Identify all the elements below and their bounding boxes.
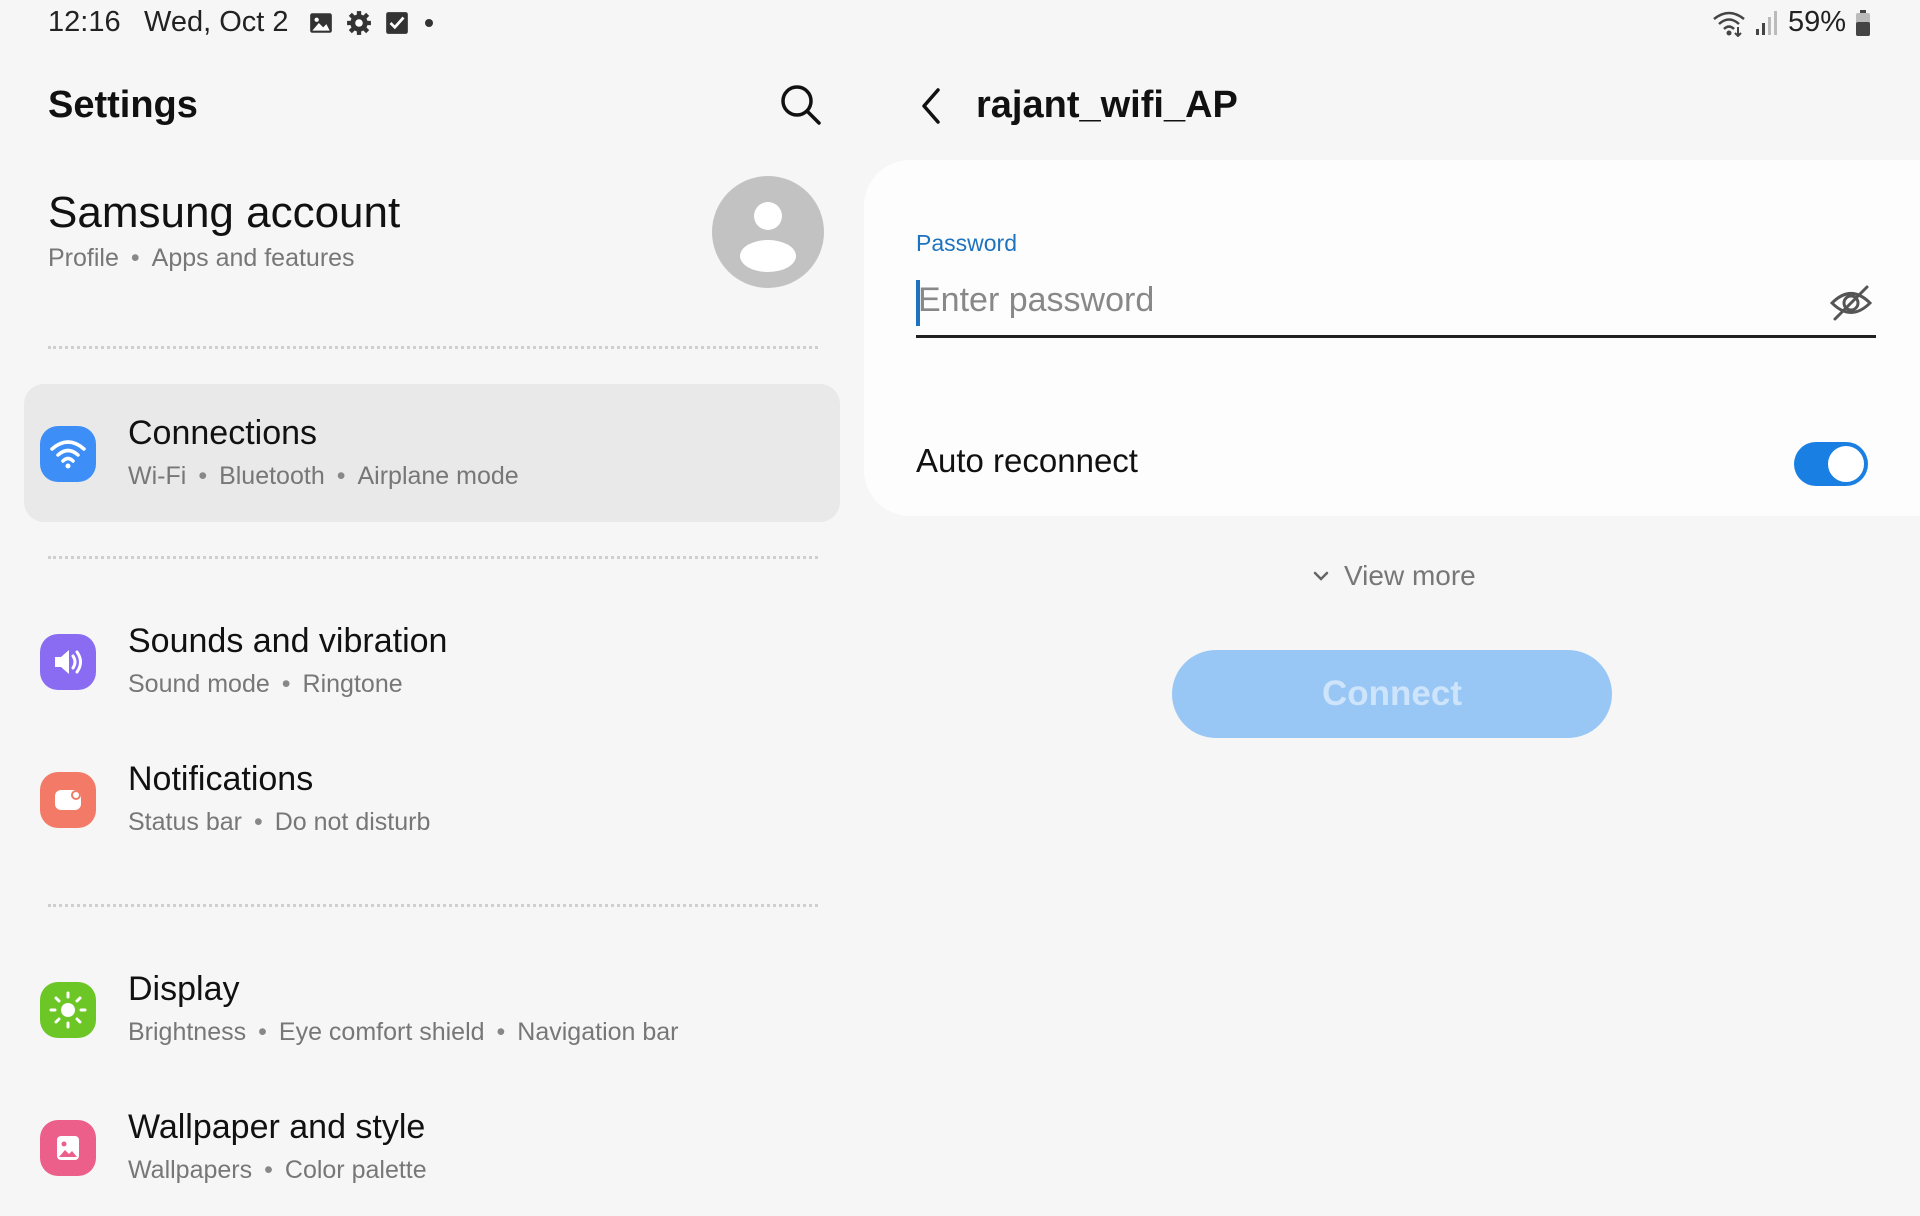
settings-item-sounds[interactable]: Sounds and vibration Sound mode • Ringtone [24, 592, 840, 730]
item-title: Display [128, 970, 240, 1008]
sun-icon [40, 982, 96, 1038]
search-button[interactable] [776, 80, 826, 130]
account-sub-apps: Apps and features [151, 244, 355, 272]
password-label: Password [916, 230, 1017, 256]
settings-item-notifications[interactable]: Notifications Status bar • Do not disturb [24, 730, 840, 868]
toggle-knob [1826, 444, 1866, 484]
item-subtitle: Sound mode • Ringtone [128, 670, 403, 698]
gear-icon [347, 11, 371, 35]
divider [48, 346, 818, 349]
person-icon [740, 202, 796, 272]
item-subtitle: Status bar • Do not disturb [128, 808, 431, 836]
status-bar: 12:16 Wed, Oct 2 59% [0, 0, 1920, 48]
auto-reconnect-toggle[interactable] [1794, 442, 1868, 486]
item-title: Sounds and vibration [128, 622, 448, 660]
signal-icon [1755, 10, 1777, 35]
settings-item-display[interactable]: Display Brightness • Eye comfort shield • Na… [24, 940, 840, 1078]
divider [48, 556, 818, 559]
item-title: Wallpaper and style [128, 1108, 426, 1146]
notification-icon [40, 772, 96, 828]
connect-button[interactable]: Connect [1172, 650, 1612, 738]
network-title: rajant_wifi_AP [976, 84, 1238, 126]
dot-icon [425, 19, 433, 27]
auto-reconnect-label: Auto reconnect [916, 442, 1138, 479]
item-subtitle: Wi-Fi • Bluetooth • Airplane mode [128, 462, 519, 490]
battery-percent: 59% [1787, 6, 1846, 38]
account-title: Samsung account [48, 188, 401, 237]
password-input[interactable] [916, 268, 1796, 332]
wallpaper-icon [40, 1120, 96, 1176]
speaker-icon [40, 634, 96, 690]
item-title: Connections [128, 414, 318, 452]
divider [48, 904, 818, 907]
account-sub-profile: Profile [48, 244, 119, 272]
wifi-icon [40, 426, 96, 482]
status-date: Wed, Oct 2 [144, 6, 289, 38]
back-arrow-icon [922, 88, 940, 124]
item-title: Notifications [128, 760, 314, 798]
item-subtitle: Wallpapers • Color palette [128, 1156, 427, 1184]
wifi-icon [1713, 11, 1745, 37]
view-more-label: View more [1344, 560, 1476, 591]
gallery-icon [310, 13, 332, 33]
status-notification-icons [308, 10, 436, 36]
search-icon [781, 85, 821, 125]
wifi-detail-panel: rajant_wifi_AP Password Auto reconnect V… [860, 48, 1920, 1200]
back-button[interactable] [910, 78, 954, 134]
show-password-button[interactable] [1826, 278, 1876, 328]
status-system-icons: 59% [1712, 6, 1872, 39]
password-card: Password Auto reconnect [864, 160, 1920, 516]
avatar[interactable] [712, 176, 824, 288]
samsung-account[interactable]: Samsung account Profile • Apps and feature… [48, 176, 828, 318]
password-field [916, 268, 1876, 338]
page-title: Settings [48, 84, 198, 126]
settings-item-wallpaper[interactable]: Wallpaper and style Wallpapers • Color pal… [24, 1078, 840, 1216]
checkbox-icon [386, 12, 408, 34]
eye-off-icon [1829, 285, 1873, 321]
status-time: 12:16 [48, 6, 121, 38]
settings-panel: Settings Samsung account Profile • Apps an… [0, 48, 860, 1200]
settings-item-connections[interactable]: Connections Wi-Fi • Bluetooth • Airplane mod… [24, 384, 840, 522]
account-subtitle: Profile • Apps and features [48, 244, 355, 272]
battery-icon [1856, 9, 1870, 36]
chevron-down-icon [1313, 571, 1329, 581]
view-more-button[interactable]: View more [1310, 560, 1476, 592]
item-subtitle: Brightness • Eye comfort shield • Navigation… [128, 1018, 679, 1046]
